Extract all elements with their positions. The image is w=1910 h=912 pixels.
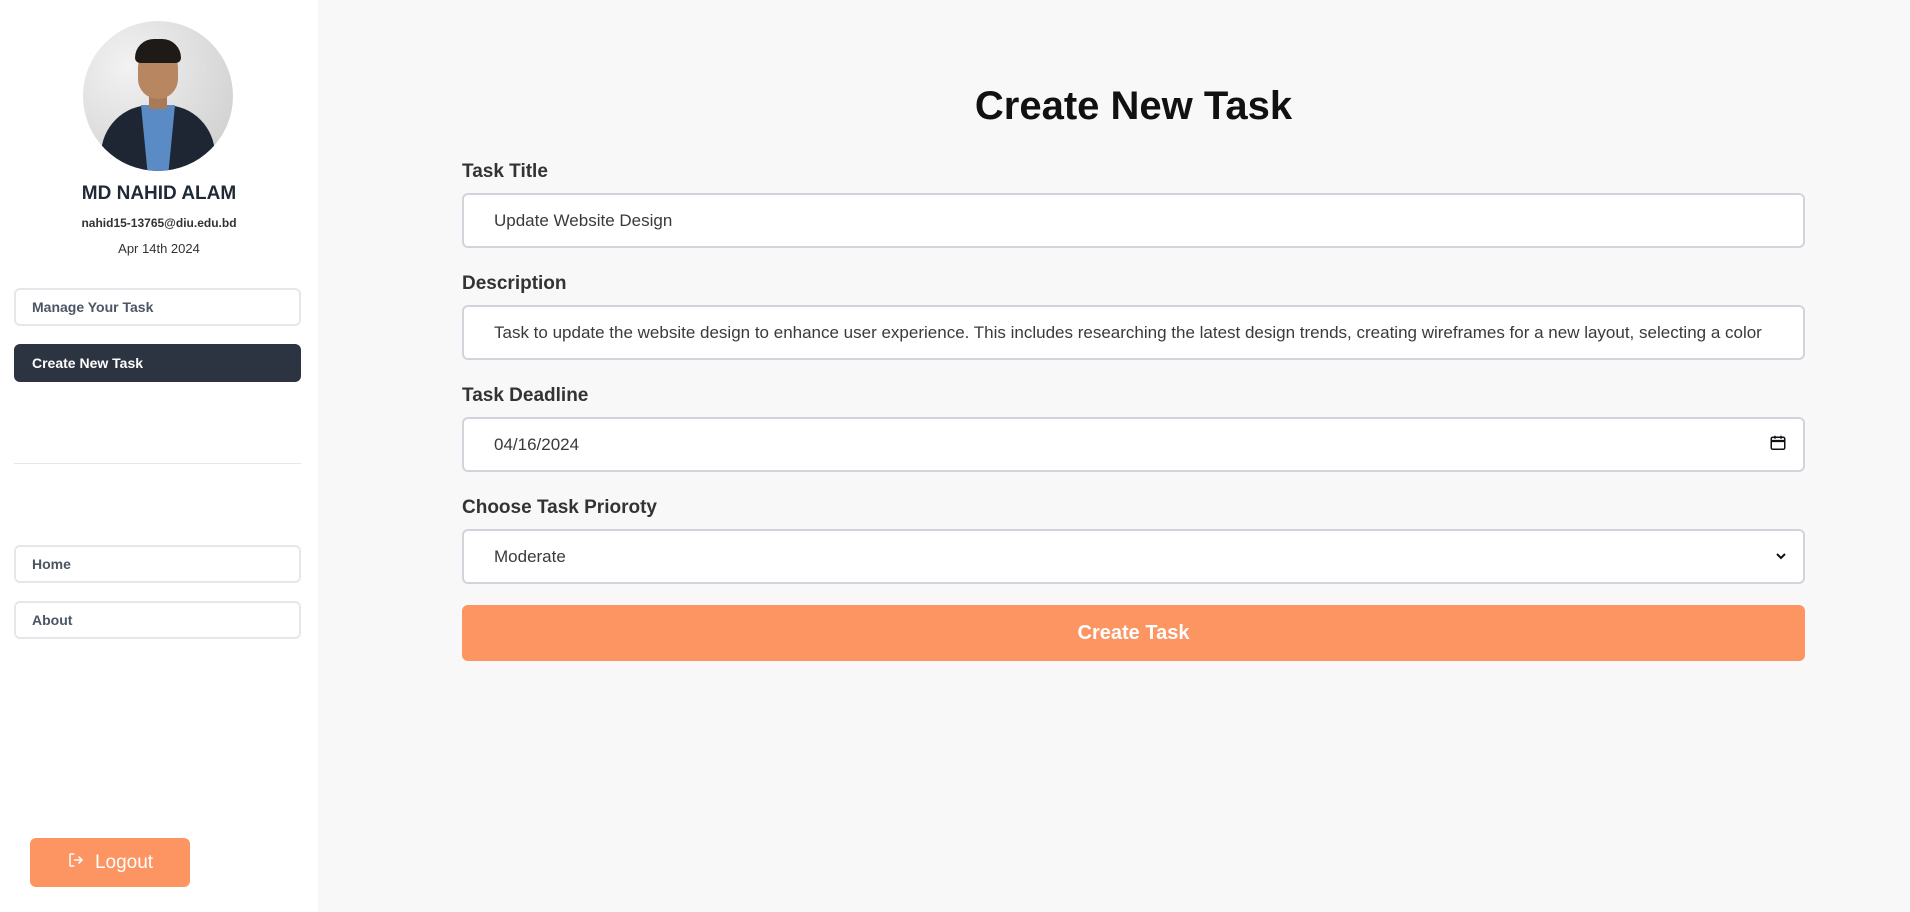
sidebar-divider [14, 463, 301, 464]
calendar-icon[interactable] [1769, 433, 1787, 456]
sidebar-item-about[interactable]: About [14, 601, 301, 639]
description-label: Description [462, 273, 567, 294]
deadline-date-input[interactable]: 04/16/2024 [462, 417, 1805, 472]
priority-label: Choose Task Prioroty [462, 497, 657, 518]
priority-select[interactable]: Moderate [462, 529, 1805, 584]
logout-button[interactable]: Logout [30, 838, 190, 887]
logout-icon [67, 851, 85, 875]
avatar [83, 21, 233, 171]
task-title-input[interactable]: Update Website Design [462, 193, 1805, 248]
sidebar-item-home[interactable]: Home [14, 545, 301, 583]
deadline-label: Task Deadline [462, 385, 589, 406]
profile-name: MD NAHID ALAM [81, 183, 237, 204]
task-title-value: Update Website Design [494, 210, 673, 230]
profile-date: Apr 14th 2024 [118, 241, 200, 256]
sidebar: MD NAHID ALAM nahid15-13765@diu.edu.bd A… [0, 0, 318, 912]
task-title-label: Task Title [462, 161, 548, 182]
description-input[interactable]: Task to update the website design to enh… [462, 305, 1805, 360]
chevron-down-icon [1775, 547, 1787, 567]
deadline-value: 04/16/2024 [494, 434, 580, 454]
logout-label: Logout [94, 851, 154, 873]
sidebar-item-create-new-task[interactable]: Create New Task [14, 344, 301, 382]
create-task-button[interactable]: Create Task [462, 605, 1805, 661]
page-title: Create New Task [974, 84, 1293, 128]
description-value: Task to update the website design to enh… [494, 322, 1762, 342]
sidebar-item-manage-your-task[interactable]: Manage Your Task [14, 288, 301, 326]
profile-email: nahid15-13765@diu.edu.bd [81, 216, 237, 230]
priority-value: Moderate [494, 546, 566, 566]
